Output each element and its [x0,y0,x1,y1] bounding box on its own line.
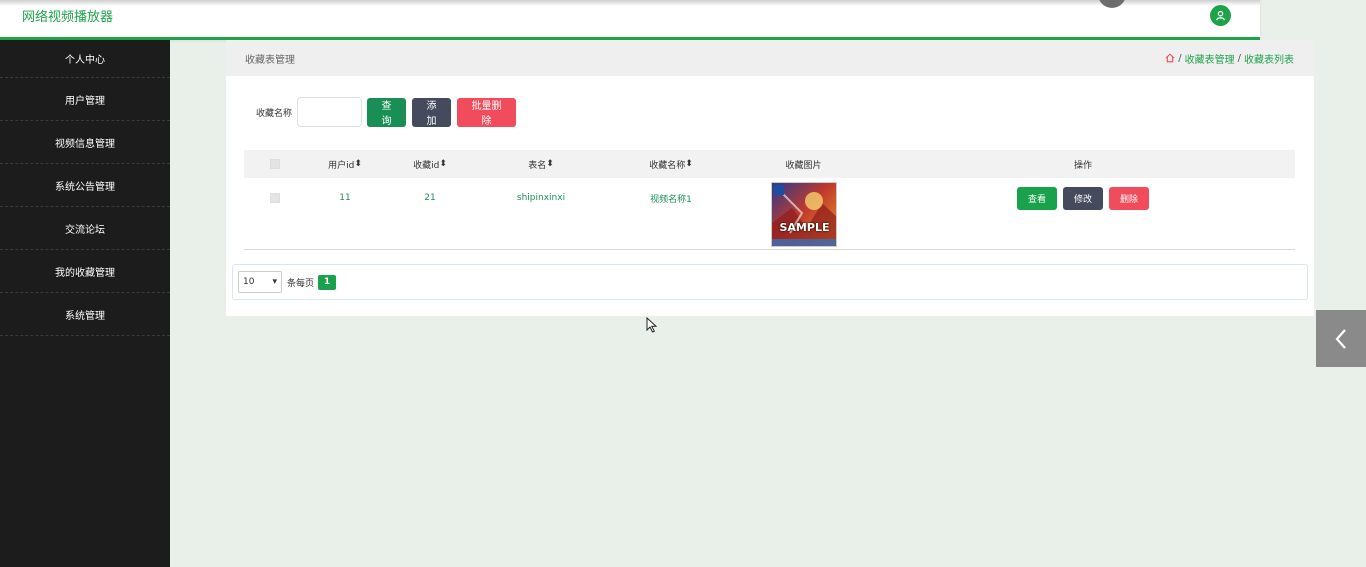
edit-button[interactable]: 修改 [1063,186,1103,210]
sidebar-item-my-favorites[interactable]: 我的收藏管理 [0,250,170,293]
per-page-label: 条每页 [287,278,315,289]
favorite-name-search-input[interactable] [297,97,363,127]
top-fade-overlay [0,0,1260,6]
sidebar-item-label: 系统管理 [65,310,105,322]
cell-user-id: 11 [339,193,351,203]
sidebar-item-label: 个人中心 [65,55,105,66]
user-icon [1216,10,1225,21]
thumbnail-watermark: SAMPLE [779,221,830,234]
row-select-cell [244,178,306,218]
main-panel: 收藏表管理 / 收藏表管理 / 收藏表列表 收藏名称 查询 添加 批量删除 用户… [226,40,1314,316]
column-header-label: 收藏图片 [785,160,822,171]
browser-overlay-circle [1098,0,1126,8]
column-header-favorite-image: 收藏图片 [736,158,871,171]
sidebar-item-label: 用户管理 [65,95,105,107]
sidebar-item-label: 我的收藏管理 [55,267,115,279]
column-header-label: 收藏名称 [649,160,686,171]
column-header-label: 用户id [328,160,355,171]
pagination-bar: 10 ▾ 条每页 1 [232,264,1308,300]
sidebar-nav: 个人中心 用户管理 视频信息管理 系统公告管理 交流论坛 我的收藏管理 系统管理 [0,40,170,567]
side-panel-toggle-button[interactable] [1316,310,1366,367]
sidebar-item-label: 视频信息管理 [55,138,115,150]
favorites-table: 用户id ⬍ 收藏id ⬍ 表名 ⬍ 收藏名称 ⬍ 收藏图片 操作 11 21 ship… [244,150,1295,250]
column-header-favorite-id[interactable]: 收藏id ⬍ [384,158,476,171]
user-avatar-icon[interactable] [1210,5,1231,26]
delete-button[interactable]: 删除 [1109,186,1149,210]
query-button[interactable]: 查询 [367,97,407,127]
column-header-user-id[interactable]: 用户id ⬍ [306,158,384,171]
cell-favorite-name: 视频名称1 [650,194,692,205]
sort-icon: ⬍ [354,159,362,169]
table-header-row: 用户id ⬍ 收藏id ⬍ 表名 ⬍ 收藏名称 ⬍ 收藏图片 操作 [244,150,1295,178]
card-art-image [771,183,836,246]
page-title: 收藏表管理 [245,54,295,66]
sidebar-item-label: 交流论坛 [65,224,105,236]
search-label: 收藏名称 [256,108,293,119]
panel-header: 收藏表管理 / 收藏表管理 / 收藏表列表 [226,40,1314,76]
breadcrumb-item-favorites-management[interactable]: 收藏表管理 [1185,51,1235,66]
select-all-cell [244,159,306,169]
sidebar-item-personal-center[interactable]: 个人中心 [0,40,170,78]
page-size-select[interactable]: 10 ▾ [238,271,282,293]
row-checkbox[interactable] [270,193,280,203]
sidebar-item-forum[interactable]: 交流论坛 [0,207,170,250]
cell-actions: 查看 修改 删除 [871,186,1295,210]
cell-favorite-id: 21 [424,193,436,203]
search-bar: 收藏名称 查询 添加 批量删除 [256,97,517,127]
breadcrumb: / 收藏表管理 / 收藏表列表 [1165,51,1294,66]
favorite-thumbnail-image[interactable]: SAMPLE [770,182,837,247]
view-button[interactable]: 查看 [1017,186,1057,210]
page-number-current[interactable]: 1 [318,274,337,290]
sidebar-item-system-management[interactable]: 系统管理 [0,293,170,336]
cell-table-name: shipinxinxi [516,193,566,203]
column-header-table-name[interactable]: 表名 ⬍ [476,158,606,171]
column-header-label: 表名 [528,160,547,171]
sidebar-item-label: 系统公告管理 [55,181,115,193]
column-header-label: 收藏id [413,160,440,171]
sidebar-item-video-info-management[interactable]: 视频信息管理 [0,121,170,164]
page-size-value: 10 [243,277,255,287]
home-icon[interactable] [1165,53,1175,63]
cell-favorite-image: SAMPLE [736,178,871,247]
table-row: 11 21 shipinxinxi 视频名称1 SAMPLE 查看 修改 删除 [244,178,1295,250]
dropdown-arrow-icon: ▾ [272,277,277,287]
add-button[interactable]: 添加 [412,97,452,127]
sidebar-item-announcement-management[interactable]: 系统公告管理 [0,164,170,207]
mouse-cursor-icon [646,317,657,333]
column-header-actions: 操作 [871,158,1295,171]
select-all-checkbox[interactable] [270,159,280,169]
breadcrumb-item-favorites-list[interactable]: 收藏表列表 [1244,51,1294,66]
sort-icon: ⬍ [546,159,554,169]
column-header-favorite-name[interactable]: 收藏名称 ⬍ [606,158,736,171]
app-brand-title: 网络视频播放器 [22,10,114,25]
sidebar-item-user-management[interactable]: 用户管理 [0,78,170,121]
top-header: 网络视频播放器 [0,0,1260,40]
batch-delete-button[interactable]: 批量删除 [457,97,517,127]
chevron-left-icon [1335,328,1346,349]
sort-icon: ⬍ [685,159,693,169]
column-header-label: 操作 [1073,160,1092,171]
breadcrumb-separator: / [1237,52,1241,64]
breadcrumb-separator: / [1178,52,1182,64]
sort-icon: ⬍ [439,159,447,169]
